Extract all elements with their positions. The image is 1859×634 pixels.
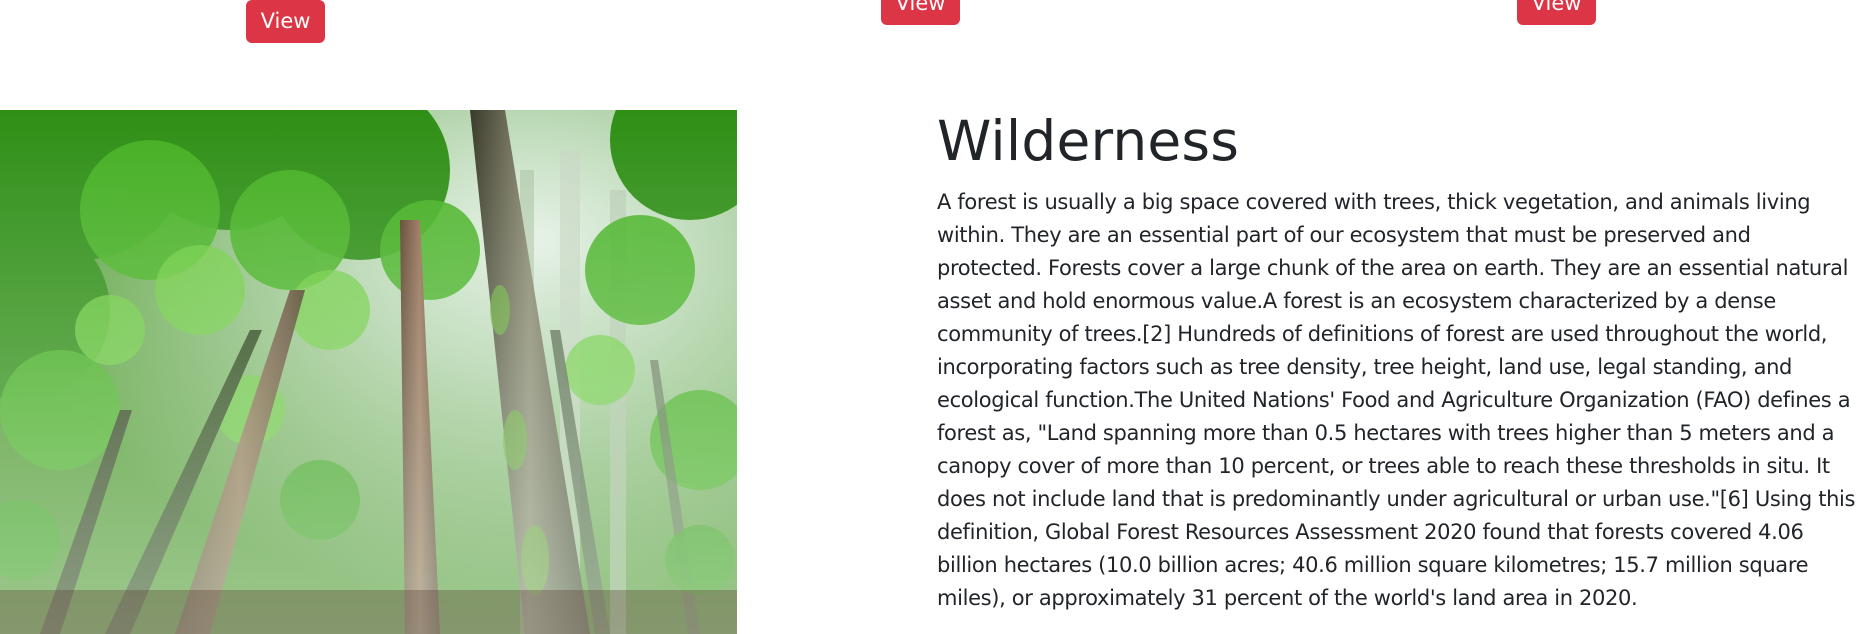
page: View View View Wilderness A forest is us… [0, 0, 1859, 634]
feature-title: Wilderness [937, 109, 1240, 173]
forest-image [0, 110, 737, 634]
feature-description: A forest is usually a big space covered … [937, 190, 1856, 611]
view-button[interactable]: View [246, 0, 325, 43]
view-button[interactable]: View [881, 0, 960, 25]
view-button[interactable]: View [1517, 0, 1596, 25]
feature-content: Wilderness A forest is usually a big spa… [937, 109, 1859, 615]
